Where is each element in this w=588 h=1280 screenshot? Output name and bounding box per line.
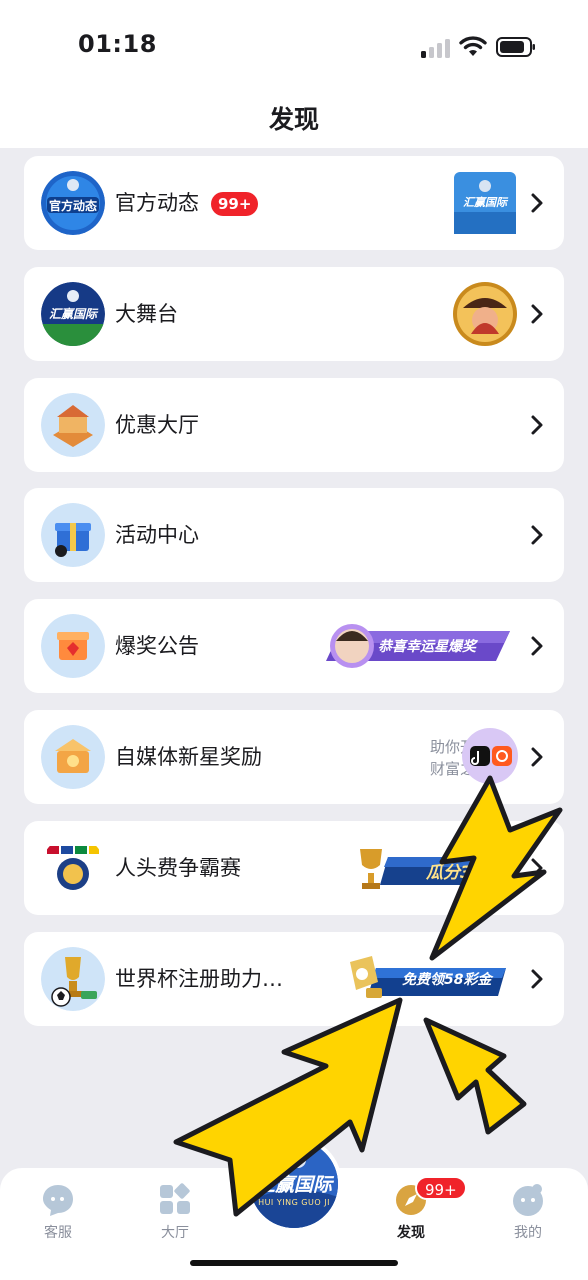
chevron-right-icon (531, 193, 543, 213)
chevron-right-icon (531, 969, 543, 989)
discover-unread-badge: 99+ (415, 1176, 467, 1200)
list-item-big-stage[interactable]: 汇赢国际 大舞台 (24, 266, 564, 361)
discover-list: 官方动态 官方动态 99+ 汇赢国际 汇赢国际 大舞台 优惠大厅 活动中心 爆奖… (24, 156, 564, 1042)
list-item-official-news[interactable]: 官方动态 官方动态 99+ 汇赢国际 (24, 156, 564, 250)
discover-page: 01:18 发现 官方动态 官方动态 99+ 汇赢国际 汇赢国际 大舞台 优惠大… (0, 0, 588, 1280)
list-item-media-star-reward[interactable]: 自媒体新星奖励 助你开启 财富之路 (24, 709, 564, 804)
tab-label: 大厅 (161, 1225, 189, 1241)
pirate-avatar-thumbnail (453, 281, 517, 346)
svg-text:官方动态: 官方动态 (49, 198, 97, 213)
tab-label: 客服 (44, 1225, 72, 1241)
tab-discover[interactable]: 发现 99+ (371, 1176, 467, 1242)
list-item-label: 人头费争霸赛 (115, 855, 241, 880)
tab-lobby[interactable]: 大厅 (135, 1182, 215, 1242)
profile-icon (513, 1184, 543, 1216)
header: 发现 (0, 90, 588, 148)
contest-banner-text: 瓜分31 (426, 862, 484, 883)
chevron-right-icon (531, 525, 543, 545)
list-item-label: 活动中心 (115, 523, 199, 548)
list-item-promo-hall[interactable]: 优惠大厅 (24, 377, 564, 472)
list-item-label: 大舞台 (115, 301, 178, 326)
chat-bubble-icon (43, 1185, 73, 1216)
chevron-right-icon (531, 415, 543, 435)
wifi-icon (459, 36, 487, 56)
tab-customer-service[interactable]: 客服 (18, 1182, 98, 1242)
tab-label: 发现 (397, 1225, 425, 1241)
list-item-label: 官方动态 (115, 191, 199, 215)
chevron-right-icon (531, 858, 543, 878)
svg-text:汇赢国际: 汇赢国际 (49, 307, 99, 321)
center-logo-text: 汇赢国际 (255, 1174, 332, 1196)
list-item-headcount-contest[interactable]: 人头费争霸赛 瓜分31 (24, 820, 564, 915)
list-item-jackpot-notice[interactable]: 爆奖公告 恭喜幸运星爆奖 (24, 599, 564, 694)
social-apps-thumbnail (462, 727, 518, 784)
status-time: 01:18 (78, 30, 157, 58)
media-star-reward-icon (41, 724, 105, 789)
chevron-right-icon (531, 304, 543, 324)
world-cup-icon (41, 946, 105, 1011)
list-item-label: 优惠大厅 (115, 412, 199, 437)
center-logo-subtext: HUI YING GUO JI (258, 1198, 330, 1207)
promo-hall-icon (41, 392, 105, 457)
jackpot-notice-icon (41, 614, 105, 679)
headcount-contest-icon (41, 836, 105, 900)
signal-icon (421, 38, 451, 58)
chevron-right-icon (531, 636, 543, 656)
unread-badge: 99+ (211, 192, 259, 216)
list-item-world-cup-signup[interactable]: 世界杯注册助力… 免费领58彩金 (24, 931, 564, 1026)
event-center-icon (41, 503, 105, 568)
tab-mine[interactable]: 我的 (488, 1182, 568, 1242)
list-item-label: 自媒体新星奖励 (115, 744, 262, 769)
list-item-label: 世界杯注册助力… (115, 966, 283, 991)
tab-label: 我的 (514, 1225, 542, 1241)
list-item-label: 爆奖公告 (115, 634, 199, 659)
battery-icon (496, 37, 535, 57)
home-indicator (190, 1260, 398, 1266)
list-item-event-center[interactable]: 活动中心 (24, 488, 564, 583)
center-home-logo-button[interactable]: 汇赢国际 HUI YING GUO JI (246, 1136, 342, 1232)
grid-icon (160, 1183, 190, 1214)
official-news-thumbnail: 汇赢国际 (454, 172, 516, 234)
big-stage-icon: 汇赢国际 (41, 281, 105, 346)
status-bar: 01:18 (0, 0, 588, 90)
chevron-right-icon (531, 747, 543, 767)
page-title: 发现 (268, 105, 319, 134)
world-cup-banner-text: 免费领58彩金 (402, 971, 492, 988)
jackpot-banner-text: 恭喜幸运星爆奖 (378, 639, 476, 656)
official-news-icon: 官方动态 (41, 171, 105, 235)
svg-text:汇赢国际: 汇赢国际 (463, 196, 509, 209)
